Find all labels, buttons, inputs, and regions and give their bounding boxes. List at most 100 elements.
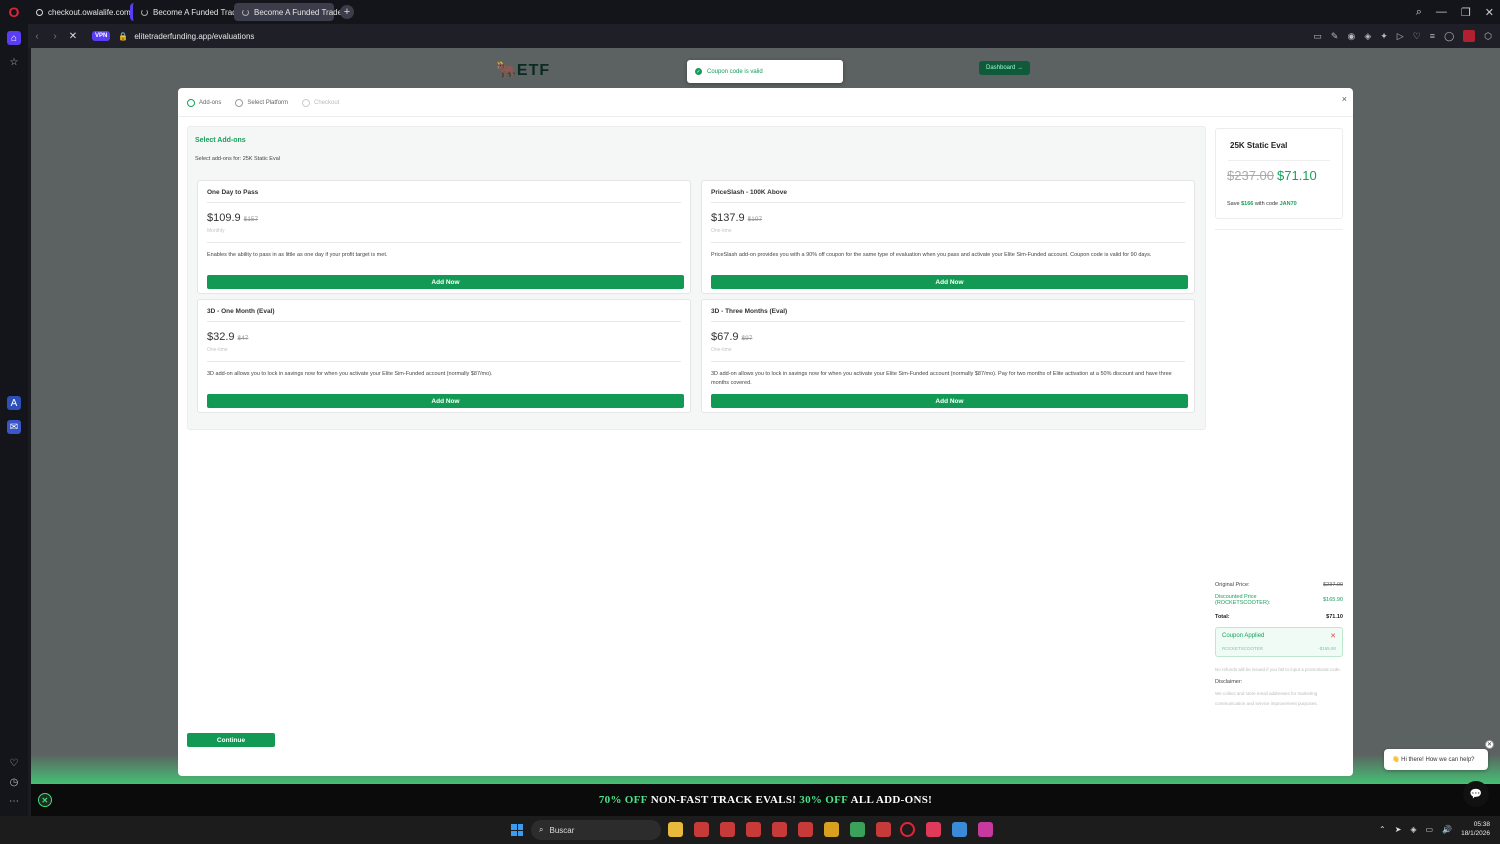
more-icon[interactable]: ⋯ bbox=[7, 794, 21, 808]
opera-gx-icon[interactable] bbox=[798, 822, 813, 837]
addon-title: 3D - Three Months (Eval) bbox=[711, 308, 788, 315]
addon-old-price: $197 bbox=[747, 216, 763, 223]
add-now-button[interactable]: Add Now bbox=[207, 275, 684, 289]
continue-button[interactable]: Continue bbox=[187, 733, 275, 747]
add-now-button[interactable]: Add Now bbox=[711, 394, 1188, 408]
windows-start-icon[interactable] bbox=[511, 824, 523, 836]
tab-label: Become A Funded Trader bbox=[254, 7, 345, 17]
save-amount: $166 bbox=[1241, 201, 1254, 207]
telegram-icon[interactable]: ➤ bbox=[1395, 825, 1402, 834]
opera-gx-icon[interactable] bbox=[978, 822, 993, 837]
chat-launcher-icon[interactable]: 💬 bbox=[1463, 781, 1489, 807]
messenger-icon[interactable]: ✉ bbox=[7, 420, 21, 434]
opera-gx-icon[interactable] bbox=[876, 822, 891, 837]
opera-gx-icon[interactable] bbox=[850, 822, 865, 837]
chevron-up-icon[interactable]: ⌃ bbox=[1379, 825, 1386, 834]
card-divider bbox=[207, 202, 681, 203]
step-circle-icon bbox=[302, 99, 311, 107]
star-icon[interactable]: ☆ bbox=[7, 55, 21, 69]
close-window-button[interactable]: ✕ bbox=[1485, 6, 1494, 19]
extension-badge-icon[interactable] bbox=[1463, 30, 1476, 42]
addon-old-price: $157 bbox=[243, 216, 259, 223]
app-grid-icon[interactable] bbox=[926, 822, 941, 837]
summary-new-price: $71.10 bbox=[1277, 168, 1317, 183]
opera-gx-icon[interactable] bbox=[824, 822, 839, 837]
loading-icon bbox=[141, 8, 148, 16]
addon-card: 3D - One Month (Eval) $32.9 $47 One-time … bbox=[197, 299, 691, 413]
section-subtitle: Select add-ons for: 25K Static Eval bbox=[195, 156, 280, 162]
search-icon[interactable]: ⌕ bbox=[1416, 6, 1422, 19]
close-icon[interactable]: ✕ bbox=[38, 793, 52, 807]
file-explorer-icon[interactable] bbox=[668, 822, 683, 837]
card-divider bbox=[711, 361, 1185, 362]
discounted-price-value: $165.90 bbox=[1323, 597, 1343, 603]
chat-greeting-bubble[interactable]: 👋 Hi there! How we can help? bbox=[1384, 749, 1488, 770]
summary-prices: $237.00 $71.10 bbox=[1227, 168, 1317, 183]
addon-price: $109.9 bbox=[207, 212, 241, 224]
add-now-button[interactable]: Add Now bbox=[207, 394, 684, 408]
tab-checkout[interactable]: checkout.owalalife.com bbox=[28, 3, 131, 21]
tab-funded-trader-2[interactable]: Become A Funded Trader bbox=[234, 3, 345, 21]
opera-gx-icon[interactable] bbox=[720, 822, 735, 837]
total-row: Total: $71.10 bbox=[1215, 614, 1343, 620]
url-field[interactable]: elitetraderfunding.app/evaluations bbox=[134, 32, 254, 41]
restore-button[interactable]: ❐ bbox=[1461, 6, 1471, 19]
dashboard-button[interactable]: Dashboard → bbox=[979, 61, 1031, 75]
app-icon[interactable]: A bbox=[7, 396, 21, 410]
shield-icon[interactable]: ◈ bbox=[1364, 31, 1371, 42]
total-value: $71.10 bbox=[1326, 614, 1343, 620]
step-select-platform[interactable]: Select Platform bbox=[235, 99, 288, 107]
opera-gx-icon[interactable] bbox=[694, 822, 709, 837]
vpn-app-icon[interactable] bbox=[952, 822, 967, 837]
summary-title: 25K Static Eval bbox=[1230, 141, 1288, 150]
summary-divider bbox=[1228, 160, 1330, 161]
profile-icon[interactable]: ◯ bbox=[1444, 31, 1454, 42]
antivirus-icon[interactable]: ◈ bbox=[1410, 825, 1416, 834]
camera-icon[interactable]: ◉ bbox=[1347, 31, 1355, 42]
volume-icon[interactable]: 🔊 bbox=[1442, 825, 1452, 834]
addon-old-price: $97 bbox=[741, 335, 753, 342]
new-tab-button[interactable]: + bbox=[340, 5, 354, 19]
play-icon[interactable]: ▷ bbox=[1397, 31, 1404, 42]
price-breakdown: Original Price: $237.00 Discounted Price… bbox=[1215, 582, 1343, 709]
menu-icon[interactable]: ≡ bbox=[1430, 31, 1435, 41]
back-button[interactable]: ‹ bbox=[28, 31, 46, 42]
lock-icon[interactable]: 🔒 bbox=[118, 32, 128, 41]
opera-logo-icon[interactable]: O bbox=[0, 0, 28, 24]
card-divider bbox=[207, 361, 681, 362]
card-divider bbox=[207, 242, 681, 243]
taskbar-search[interactable]: ⌕ Buscar bbox=[531, 820, 661, 840]
network-icon[interactable]: ▭ bbox=[1426, 825, 1434, 834]
chat-bubble-close-icon[interactable]: ✕ bbox=[1485, 740, 1494, 749]
settings-icon[interactable]: ⬡ bbox=[1484, 31, 1492, 42]
add-now-button[interactable]: Add Now bbox=[711, 275, 1188, 289]
promo-discount-evals: 70% OFF bbox=[598, 794, 648, 806]
remove-coupon-icon[interactable]: ✕ bbox=[1330, 632, 1336, 640]
etf-logo[interactable]: 🐂ETF bbox=[496, 60, 550, 80]
browser-tab-bar: O checkout.owalalife.com Become A Funded… bbox=[0, 0, 1500, 24]
stop-loading-button[interactable]: ✕ bbox=[64, 31, 82, 42]
edit-icon[interactable]: ✎ bbox=[1331, 31, 1339, 42]
forward-button[interactable]: › bbox=[46, 31, 64, 42]
clock[interactable]: 05:38 18/1/2026 bbox=[1461, 820, 1490, 838]
minimize-button[interactable]: — bbox=[1436, 6, 1447, 18]
addon-price-row: $137.9 $197 bbox=[711, 212, 762, 224]
logo-text: ETF bbox=[516, 62, 551, 79]
history-icon[interactable]: ◷ bbox=[7, 775, 21, 789]
site-icon bbox=[36, 8, 43, 16]
heart-icon[interactable]: ♡ bbox=[7, 756, 21, 770]
heart-icon[interactable]: ♡ bbox=[1413, 31, 1421, 42]
save-prefix: Save bbox=[1227, 201, 1242, 207]
opera-icon[interactable] bbox=[900, 822, 915, 837]
opera-gx-icon[interactable] bbox=[772, 822, 787, 837]
vpn-badge[interactable]: VPN bbox=[92, 31, 111, 41]
extension-icon[interactable]: ✦ bbox=[1380, 31, 1388, 42]
reader-icon[interactable]: ▭ bbox=[1313, 31, 1322, 42]
step-addons[interactable]: Add-ons bbox=[187, 99, 221, 107]
summary-savings: Save $166 with code JAN70 bbox=[1227, 201, 1297, 207]
opera-gx-icon[interactable] bbox=[746, 822, 761, 837]
tab-funded-trader-1[interactable]: Become A Funded Trader bbox=[130, 3, 244, 21]
home-icon[interactable]: ⌂ bbox=[7, 31, 21, 45]
summary-divider bbox=[1215, 229, 1343, 230]
modal-close-button[interactable]: × bbox=[1342, 94, 1347, 104]
